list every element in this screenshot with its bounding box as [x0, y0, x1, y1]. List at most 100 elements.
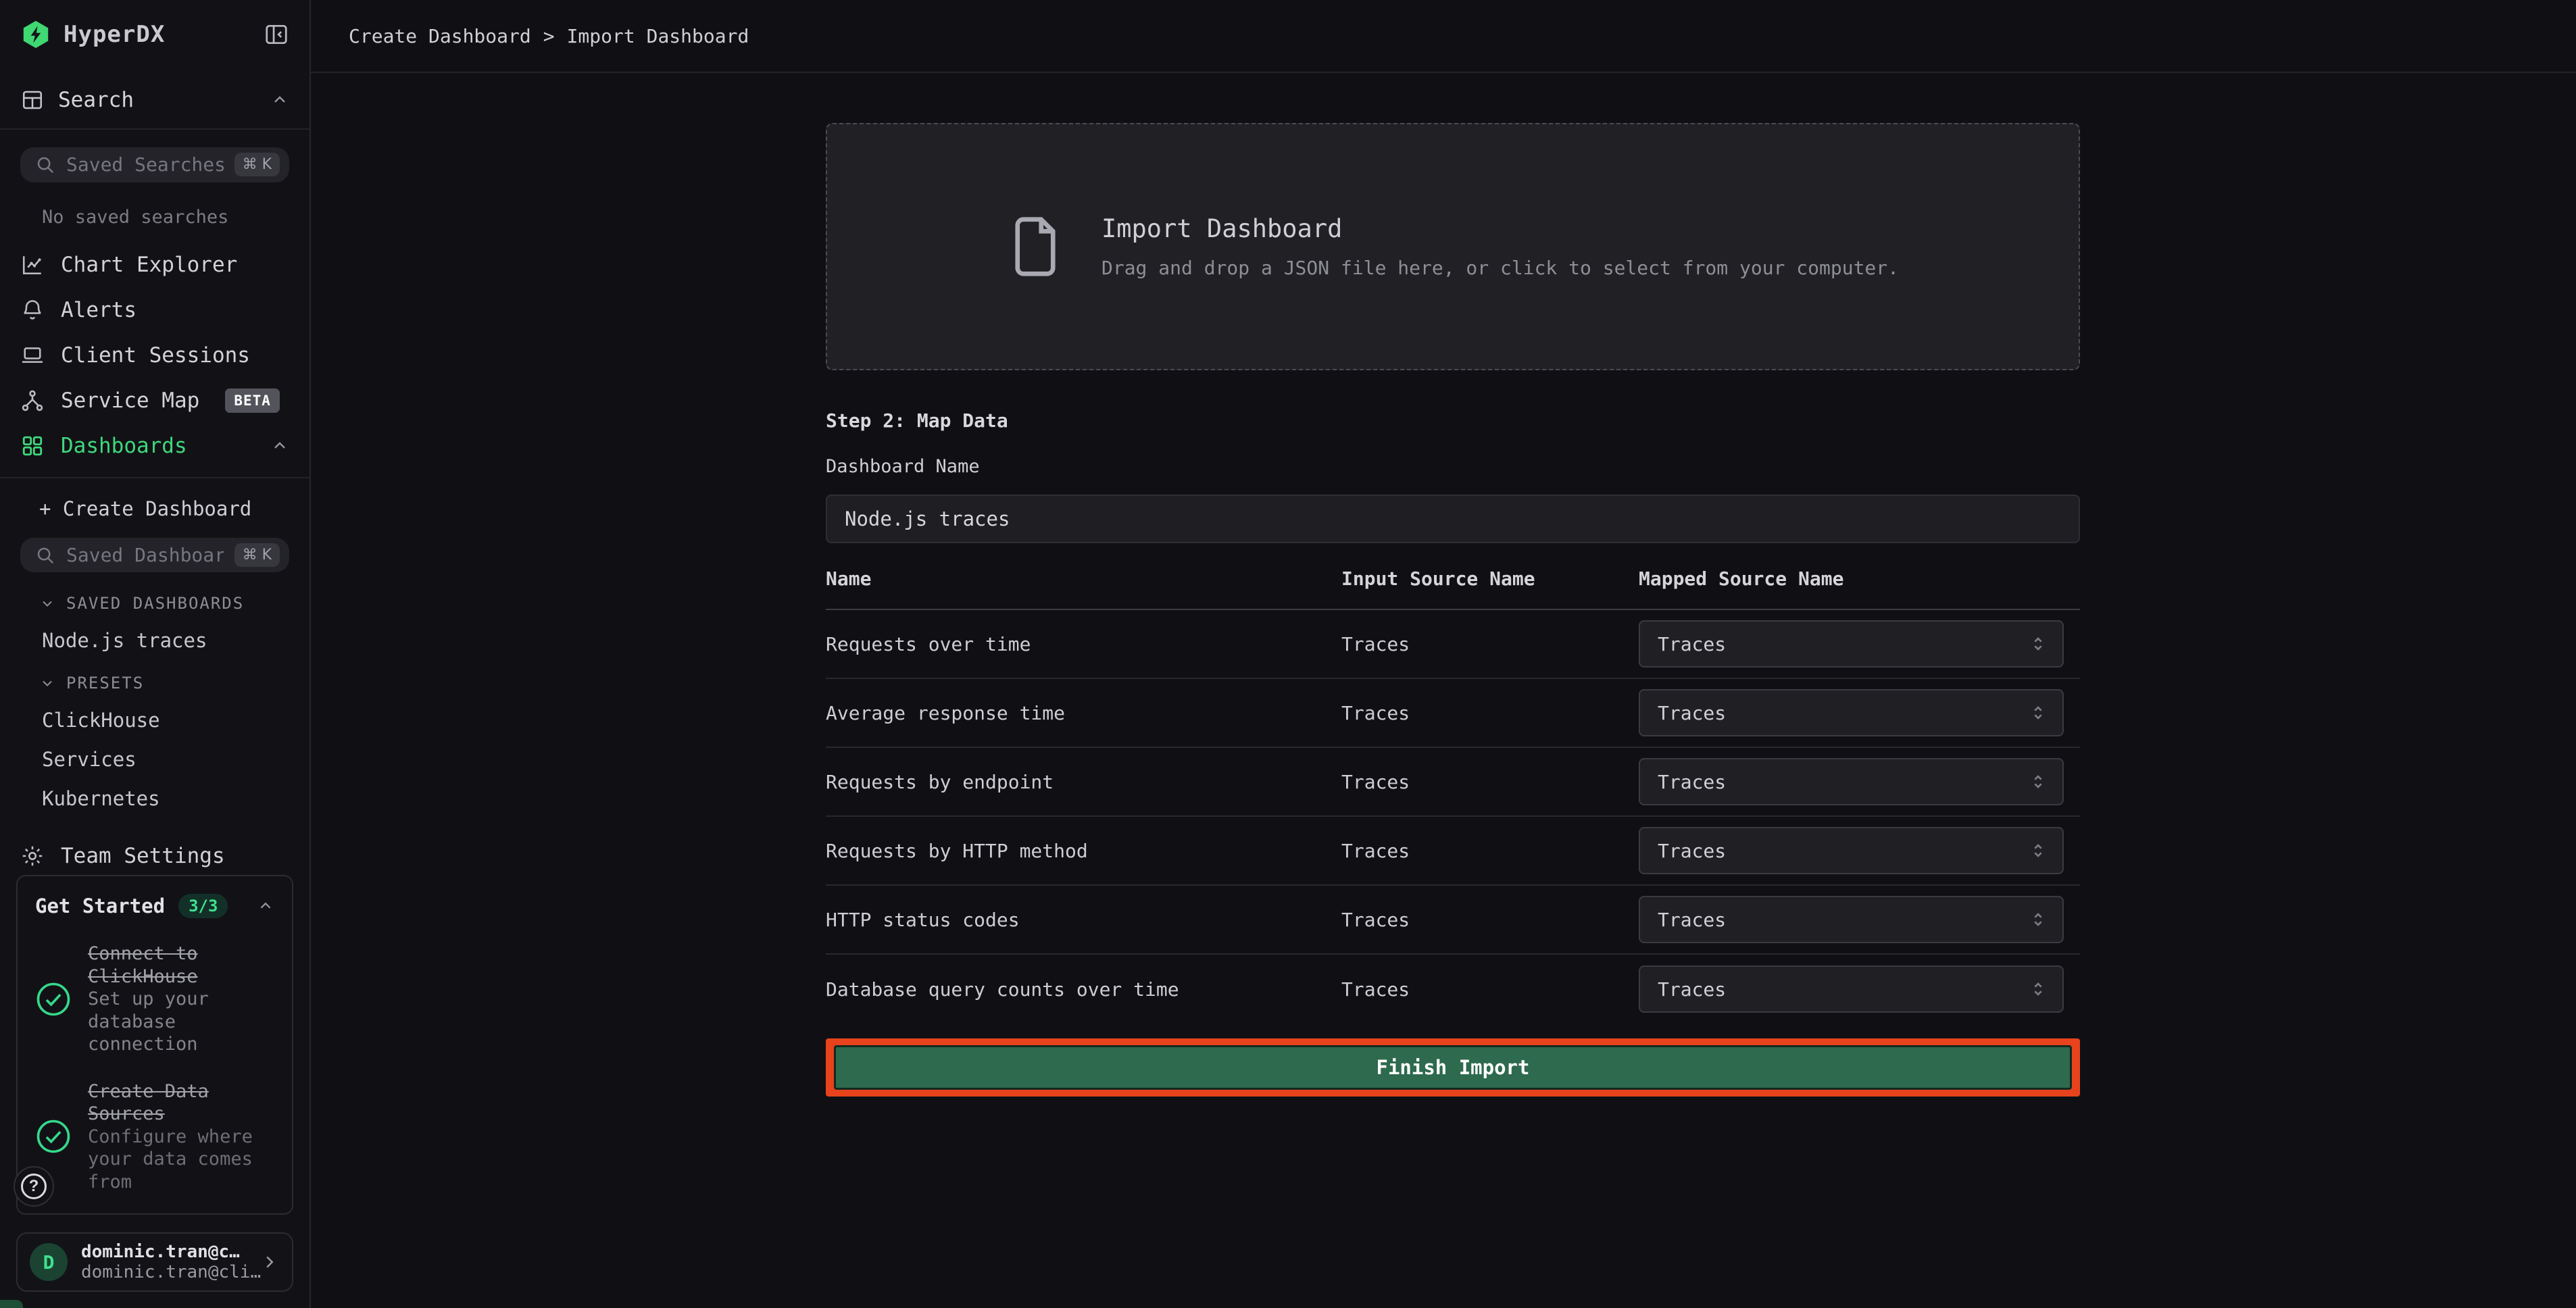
dropzone-texts: Import Dashboard Drag and drop a JSON fi…	[1101, 214, 1899, 279]
dashboard-name-input[interactable]: Node.js traces	[826, 495, 2080, 543]
column-header-mapped-source: Mapped Source Name	[1639, 568, 2080, 590]
row-input-source: Traces	[1341, 633, 1639, 655]
sidebar-item-chart-explorer[interactable]: Chart Explorer	[0, 243, 309, 288]
dropzone-subtitle: Drag and drop a JSON file here, or click…	[1101, 257, 1899, 279]
main-area: Create Dashboard > Import Dashboard Impo…	[311, 0, 2576, 1308]
search-section-icon	[20, 88, 45, 112]
saved-dashboards-group-toggle[interactable]: SAVED DASHBOARDS	[0, 572, 309, 613]
get-started-header[interactable]: Get Started 3/3	[35, 894, 274, 918]
chevrons-up-down-icon	[2027, 840, 2049, 861]
breadcrumb-import-dashboard[interactable]: Import Dashboard	[567, 25, 749, 47]
laptop-icon	[20, 343, 45, 368]
beta-badge: BETA	[225, 388, 280, 413]
sidebar-nav: Chart Explorer Alerts Client Sessions Se…	[0, 232, 309, 469]
search-icon	[35, 155, 55, 175]
table-row: Requests by HTTP method Traces Traces	[826, 817, 2080, 886]
chevrons-up-down-icon	[2027, 909, 2049, 930]
nav-item-label: Alerts	[61, 298, 137, 322]
finish-import-button[interactable]: Finish Import	[834, 1045, 2072, 1090]
mapped-source-select[interactable]: Traces	[1639, 827, 2064, 874]
sidebar-item-kubernetes[interactable]: Kubernetes	[0, 771, 309, 810]
sidebar: HyperDX Search Saved Searches ⌘ K No s	[0, 0, 311, 1308]
sidebar-collapse-button[interactable]	[264, 22, 289, 47]
nav-item-label: Team Settings	[61, 844, 225, 868]
mapped-source-select[interactable]: Traces	[1639, 965, 2064, 1013]
select-value: Traces	[1658, 909, 1726, 931]
mapped-source-select[interactable]: Traces	[1639, 620, 2064, 668]
search-section-label: Search	[58, 88, 134, 112]
nav-item-label: Client Sessions	[61, 343, 250, 368]
group-label-text: SAVED DASHBOARDS	[66, 594, 244, 613]
chevron-down-icon	[39, 595, 55, 611]
help-button[interactable]: ?	[14, 1166, 54, 1207]
hyperdx-logo-icon	[20, 19, 51, 50]
question-mark-icon: ?	[21, 1174, 47, 1199]
chevrons-up-down-icon	[2027, 702, 2049, 724]
mapped-source-select[interactable]: Traces	[1639, 689, 2064, 736]
get-started-task-connect-clickhouse[interactable]: Connect to ClickHouse Set up your databa…	[35, 942, 274, 1055]
sidebar-item-search[interactable]: Search	[0, 62, 309, 130]
column-header-name: Name	[826, 568, 1341, 590]
saved-searches-placeholder: Saved Searches	[66, 153, 224, 176]
row-name: Average response time	[826, 702, 1341, 724]
breadcrumb: Create Dashboard > Import Dashboard	[349, 25, 749, 47]
saved-dashboards-input[interactable]: Saved Dashboards ⌘ K	[20, 538, 289, 573]
shortcut-badge: ⌘ K	[234, 543, 280, 567]
row-name: HTTP status codes	[826, 909, 1341, 931]
select-value: Traces	[1658, 633, 1726, 655]
sidebar-item-clickhouse[interactable]: ClickHouse	[0, 693, 309, 732]
row-input-source: Traces	[1341, 840, 1639, 862]
gear-icon	[20, 844, 45, 868]
step-label: Step 2: Map Data	[826, 409, 2080, 432]
saved-searches-input[interactable]: Saved Searches ⌘ K	[20, 147, 289, 182]
mapped-source-select[interactable]: Traces	[1639, 896, 2064, 943]
mapping-table: Name Input Source Name Mapped Source Nam…	[826, 568, 2080, 1024]
table-row: Database query counts over time Traces T…	[826, 955, 2080, 1024]
task-title: Connect to ClickHouse	[88, 943, 198, 986]
nav-item-label: Service Map	[61, 388, 199, 413]
logo-row: HyperDX	[0, 0, 309, 62]
sidebar-item-nodejs-traces[interactable]: Node.js traces	[0, 613, 309, 652]
user-account-button[interactable]: D dominic.tran@c… dominic.tran@cli…	[16, 1232, 293, 1292]
avatar: D	[30, 1243, 68, 1281]
row-input-source: Traces	[1341, 909, 1639, 931]
sidebar-item-client-sessions[interactable]: Client Sessions	[0, 333, 309, 378]
task-description: Configure where your data comes from	[88, 1126, 253, 1192]
breadcrumb-separator: >	[543, 25, 555, 47]
shortcut-badge: ⌘ K	[234, 153, 280, 176]
dashboard-name-label: Dashboard Name	[826, 456, 2080, 477]
saved-dashboards-placeholder: Saved Dashboards	[66, 544, 224, 566]
select-value: Traces	[1658, 978, 1726, 1001]
bottom-corner-accent	[0, 1300, 23, 1308]
row-input-source: Traces	[1341, 702, 1639, 724]
select-value: Traces	[1658, 771, 1726, 793]
import-dropzone[interactable]: Import Dashboard Drag and drop a JSON fi…	[826, 123, 2080, 370]
chart-explorer-icon	[20, 253, 45, 277]
sidebar-item-alerts[interactable]: Alerts	[0, 288, 309, 333]
presets-group-toggle[interactable]: PRESETS	[0, 652, 309, 693]
select-value: Traces	[1658, 840, 1726, 862]
sidebar-item-service-map[interactable]: Service Map BETA	[0, 378, 309, 424]
table-row: Requests over time Traces Traces	[826, 610, 2080, 679]
get-started-card: Get Started 3/3 Connect to ClickHouse Se…	[16, 875, 293, 1215]
row-name: Requests by endpoint	[826, 771, 1341, 793]
chevrons-up-down-icon	[2027, 771, 2049, 793]
chevrons-up-down-icon	[2027, 978, 2049, 1000]
dashboard-name-value: Node.js traces	[845, 507, 1010, 530]
panel-collapse-icon	[264, 22, 289, 47]
row-input-source: Traces	[1341, 771, 1639, 793]
sidebar-item-dashboards[interactable]: Dashboards	[0, 424, 309, 469]
import-content: Import Dashboard Drag and drop a JSON fi…	[826, 73, 2080, 1097]
nav-item-label: Dashboards	[61, 434, 187, 458]
chevron-up-icon	[270, 91, 289, 109]
chevrons-up-down-icon	[2027, 633, 2049, 655]
chevron-down-icon	[39, 675, 55, 691]
chevron-up-icon	[257, 897, 274, 915]
get-started-task-create-data-sources[interactable]: Create Data Sources Configure where your…	[35, 1080, 274, 1193]
task-texts: Connect to ClickHouse Set up your databa…	[88, 942, 274, 1055]
sidebar-item-services[interactable]: Services	[0, 732, 309, 771]
create-dashboard-button[interactable]: + Create Dashboard	[0, 478, 309, 520]
breadcrumb-create-dashboard[interactable]: Create Dashboard	[349, 25, 531, 47]
mapped-source-select[interactable]: Traces	[1639, 758, 2064, 805]
sidebar-item-team-settings[interactable]: Team Settings	[0, 837, 309, 875]
